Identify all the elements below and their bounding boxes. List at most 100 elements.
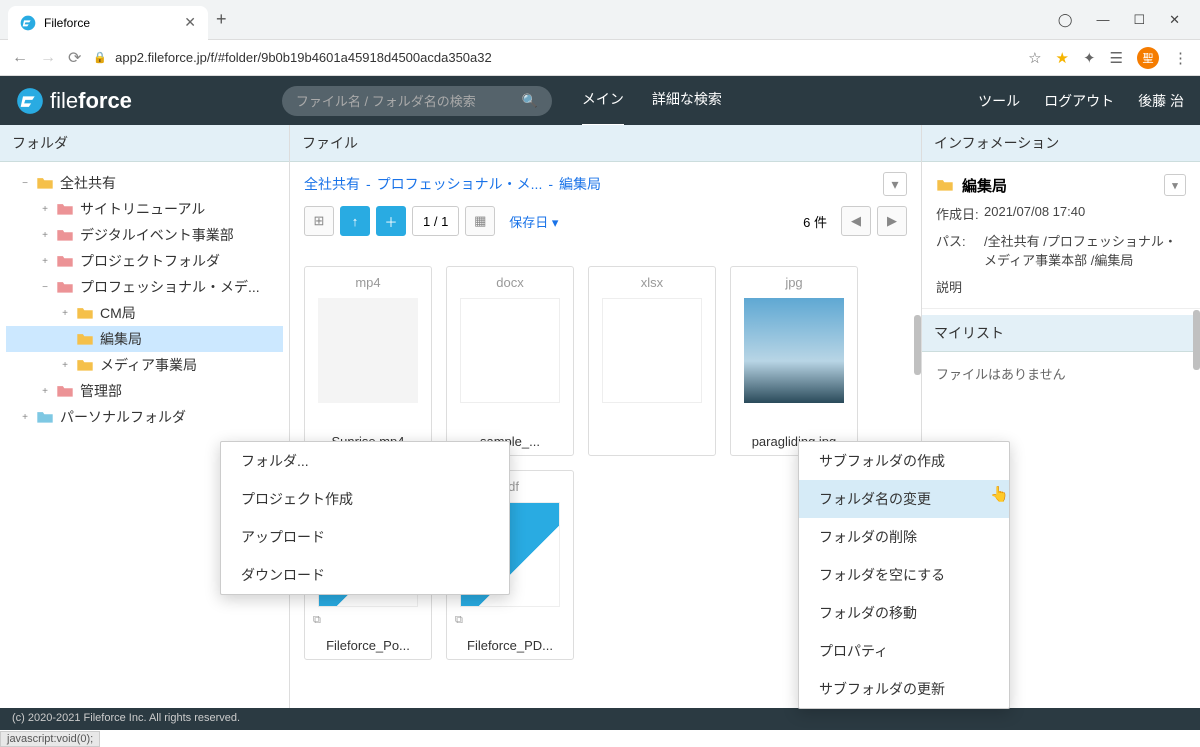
search-input[interactable]: ファイル名 / フォルダ名の検索 🔍 [282,86,552,116]
add-button[interactable]: ＋ [376,206,406,236]
context-menu-item[interactable]: フォルダの削除 [799,518,1009,556]
file-card[interactable]: xlsx [588,266,716,456]
page-indicator[interactable]: 1 / 1 [412,206,459,236]
tree-item[interactable]: + プロジェクトフォルダ [6,248,283,274]
tree-label: パーソナルフォルダ [60,407,186,427]
file-thumbnail [318,298,418,403]
file-card[interactable]: docx sample_... [446,266,574,456]
context-menu-item[interactable]: サブフォルダの作成 [799,442,1009,480]
scrollbar-handle[interactable] [1193,310,1200,370]
tree-toggle-icon[interactable]: + [40,256,50,267]
tree-toggle-icon[interactable]: − [40,282,50,293]
prev-page-button[interactable]: ◀ [841,206,871,236]
file-name [589,443,715,455]
tree-label: 全社共有 [60,173,116,193]
app-logo[interactable]: fileforce [16,87,132,115]
minimize-icon[interactable]: — [1096,12,1109,28]
context-menu-item[interactable]: プロパティ [799,632,1009,670]
info-created-value: 2021/07/08 17:40 [984,204,1186,223]
tree-item[interactable]: − プロフェッショナル・メデ... [6,274,283,300]
close-icon[interactable]: ✕ [184,14,196,31]
reload-button[interactable]: ⟳ [68,48,81,68]
tree-item[interactable]: + パーソナルフォルダ [6,404,283,430]
url-text: app2.fileforce.jp/f/#folder/9b0b19b4601a… [115,50,492,65]
close-window-icon[interactable]: ✕ [1169,12,1180,28]
fileforce-icon [16,87,44,115]
tree-item[interactable]: + CM局 [6,300,283,326]
crumb-menu-button[interactable]: ▾ [883,172,907,196]
tab-main[interactable]: メイン [582,74,624,127]
info-desc-label: 説明 [936,277,984,296]
next-page-button[interactable]: ▶ [877,206,907,236]
tree-label: 管理部 [80,381,122,401]
tree-item[interactable]: + デジタルイベント事業部 [6,222,283,248]
folder-tree: − 全社共有+ サイトリニューアル+ デジタルイベント事業部+ プロジェクトフォ… [0,162,289,438]
tree-expand-button[interactable]: ⊞ [304,206,334,236]
new-tab-button[interactable]: + [216,9,227,30]
browser-toolbar: ← → ⟳ 🔒 app2.fileforce.jp/f/#folder/9b0b… [0,40,1200,76]
grid-view-button[interactable]: ▦ [465,206,495,236]
tree-toggle-icon[interactable]: − [20,178,30,189]
sort-dropdown[interactable]: 保存日 ▾ [509,212,558,231]
file-ext: mp4 [355,275,380,290]
circle-icon[interactable]: ◯ [1058,12,1073,28]
tree-item[interactable]: + サイトリニューアル [6,196,283,222]
folder-icon [76,306,94,320]
tree-item[interactable]: + 管理部 [6,378,283,404]
upload-button[interactable]: ↑ [340,206,370,236]
tree-toggle-icon[interactable]: + [40,230,50,241]
profile-avatar[interactable]: 聖 [1137,47,1159,69]
tree-toggle-icon[interactable]: + [60,360,70,371]
context-menu-item[interactable]: ダウンロード [221,556,509,594]
tree-toggle-icon[interactable]: + [40,204,50,215]
forward-button[interactable]: → [40,49,56,67]
info-menu-button[interactable]: ▾ [1164,174,1186,196]
context-menu-item[interactable]: フォルダを空にする [799,556,1009,594]
folder-icon [56,228,74,242]
nav-tools[interactable]: ツール [978,91,1020,111]
context-menu-item[interactable]: フォルダ... [221,442,509,480]
tree-label: プロフェッショナル・メデ... [80,277,260,297]
maximize-icon[interactable]: ☐ [1133,12,1145,28]
context-menu-item[interactable]: アップロード [221,518,509,556]
scrollbar-handle[interactable] [914,315,921,375]
menu-icon[interactable]: ⋮ [1173,49,1188,67]
tree-label: メディア事業局 [100,355,197,375]
nav-logout[interactable]: ログアウト [1044,91,1114,111]
bookmark-star-icon[interactable]: ★ [1056,49,1069,67]
context-menu-item[interactable]: プロジェクト作成 [221,480,509,518]
tree-toggle-icon[interactable]: + [40,386,50,397]
reading-list-icon[interactable]: ☰ [1110,49,1123,67]
star-icon[interactable]: ☆ [1028,49,1041,67]
back-button[interactable]: ← [12,49,28,67]
info-created-label: 作成日: [936,204,984,223]
tree-label: サイトリニューアル [80,199,205,219]
status-bar: javascript:void(0); [0,731,100,747]
tab-advanced-search[interactable]: 詳細な検索 [652,74,722,127]
tree-label: 編集局 [100,329,142,349]
tree-item[interactable]: 編集局 [6,326,283,352]
context-menu-item[interactable]: サブフォルダの更新 [799,670,1009,708]
file-card[interactable]: jpg paragliding.jpg [730,266,858,456]
nav-user[interactable]: 後藤 治 [1138,91,1184,111]
browser-tab[interactable]: Fileforce ✕ [8,6,208,40]
file-name: Fileforce_Po... [305,632,431,659]
folder-icon [56,202,74,216]
crumb-root[interactable]: 全社共有 [304,174,360,194]
file-ext: docx [496,275,523,290]
file-toolbar: ⊞ ↑ ＋ 1 / 1 ▦ 保存日 ▾ 6 件 ◀ ▶ [290,206,921,246]
tree-item[interactable]: − 全社共有 [6,170,283,196]
extension-icon[interactable]: ✦ [1083,49,1096,67]
context-menu-item[interactable]: フォルダ名の変更 [799,480,1009,518]
file-card[interactable]: mp4 Sunrise.mp4 [304,266,432,456]
tree-toggle-icon[interactable]: + [20,412,30,423]
file-count: 6 件 [803,212,827,231]
address-bar[interactable]: 🔒 app2.fileforce.jp/f/#folder/9b0b19b460… [93,50,1016,65]
folder-icon [76,332,94,346]
tree-toggle-icon[interactable]: + [60,308,70,319]
context-menu-item[interactable]: フォルダの移動 [799,594,1009,632]
crumb-mid[interactable]: プロフェッショナル・メ... [377,174,543,194]
tree-label: CM局 [100,303,136,323]
copy-icon: ⧉ [455,614,463,627]
tree-item[interactable]: + メディア事業局 [6,352,283,378]
